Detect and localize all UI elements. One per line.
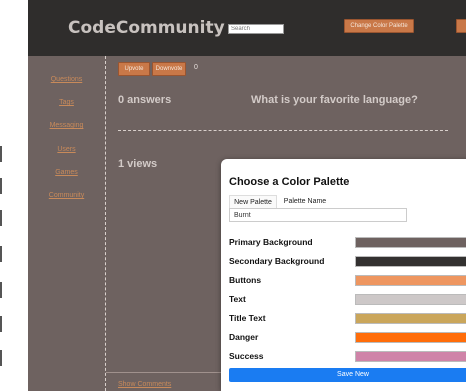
primary-background-swatch[interactable] bbox=[355, 237, 466, 248]
buttons-label: Buttons bbox=[229, 275, 262, 285]
header-extra-button[interactable] bbox=[456, 19, 466, 33]
downvote-button[interactable]: Downvote bbox=[152, 62, 186, 76]
sidebar-item-messaging[interactable]: Messaging bbox=[28, 122, 105, 129]
sidebar-divider bbox=[105, 56, 106, 391]
modal-title: Choose a Color Palette bbox=[229, 176, 350, 188]
change-palette-button[interactable]: Change Color Palette bbox=[344, 19, 414, 33]
palette-name-input[interactable] bbox=[229, 208, 407, 222]
edge-mark bbox=[0, 178, 2, 194]
show-comments-link[interactable]: Show Comments bbox=[118, 381, 171, 388]
primary-background-label: Primary Background bbox=[229, 237, 313, 247]
question-title: What is your favorite language? bbox=[251, 94, 418, 106]
secondary-background-label: Secondary Background bbox=[229, 256, 325, 266]
edge-mark bbox=[0, 350, 2, 366]
title-text-swatch[interactable] bbox=[355, 313, 466, 324]
title-text-label: Title Text bbox=[229, 313, 266, 323]
edge-mark bbox=[0, 146, 2, 162]
tab-palette-name[interactable]: Palette Name bbox=[277, 195, 333, 208]
section-divider bbox=[118, 130, 448, 131]
buttons-swatch[interactable] bbox=[355, 275, 466, 286]
sidebar-item-tags[interactable]: Tags bbox=[28, 99, 105, 106]
views-count: 1 views bbox=[118, 158, 158, 170]
vote-count: 0 bbox=[194, 64, 198, 71]
upvote-button[interactable]: Upvote bbox=[118, 62, 150, 76]
success-label: Success bbox=[229, 351, 264, 361]
sidebar-item-users[interactable]: Users bbox=[28, 146, 105, 153]
sidebar-item-community[interactable]: Community bbox=[28, 192, 105, 199]
danger-swatch[interactable] bbox=[355, 332, 466, 343]
search-input[interactable] bbox=[228, 24, 284, 34]
edge-mark bbox=[0, 316, 2, 332]
top-bar: CodeCommunity Change Color Palette bbox=[28, 0, 466, 56]
edge-mark bbox=[0, 282, 2, 298]
app-window: CodeCommunity Change Color Palette Quest… bbox=[28, 0, 466, 391]
edge-mark bbox=[0, 210, 2, 226]
color-palette-modal: Choose a Color Palette X New Palette Pal… bbox=[221, 159, 466, 391]
answers-count: 0 answers bbox=[118, 94, 172, 106]
sidebar-item-questions[interactable]: Questions bbox=[28, 76, 105, 83]
save-new-button[interactable]: Save New bbox=[229, 368, 466, 382]
brand-logo[interactable]: CodeCommunity bbox=[68, 18, 225, 38]
sidebar-item-games[interactable]: Games bbox=[28, 169, 105, 176]
edge-mark bbox=[0, 246, 2, 262]
text-label: Text bbox=[229, 294, 246, 304]
danger-label: Danger bbox=[229, 332, 259, 342]
success-swatch[interactable] bbox=[355, 351, 466, 362]
secondary-background-swatch[interactable] bbox=[355, 256, 466, 267]
text-swatch[interactable] bbox=[355, 294, 466, 305]
